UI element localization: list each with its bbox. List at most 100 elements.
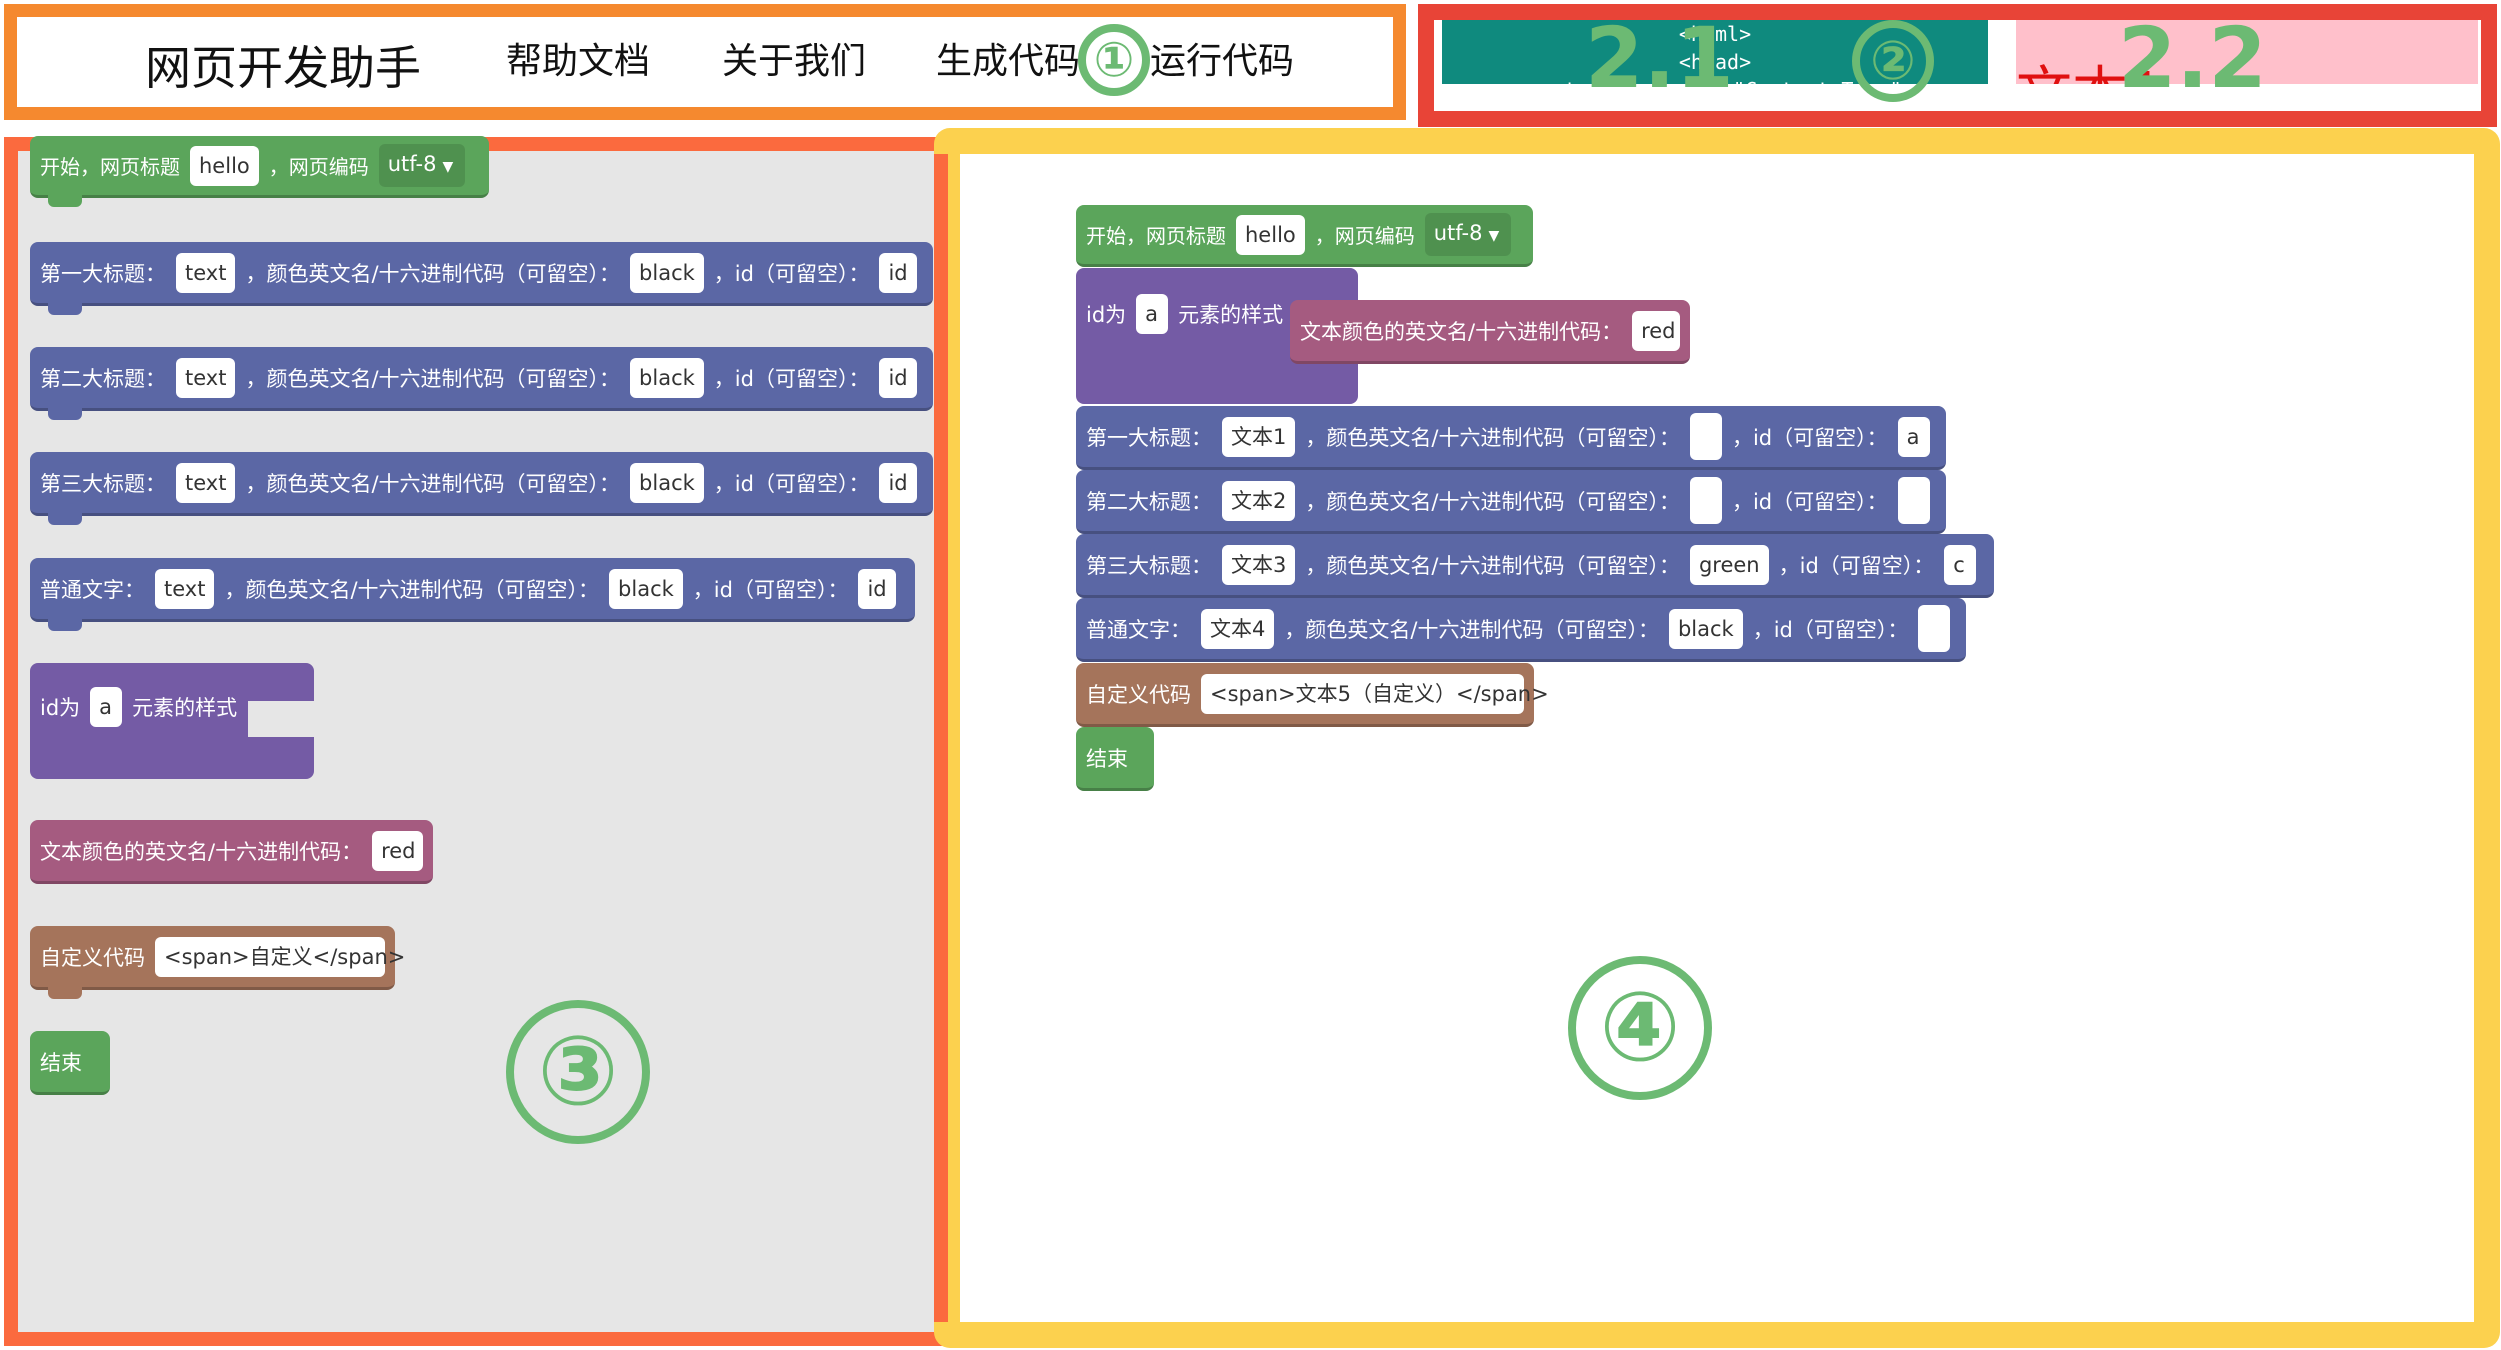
id-field[interactable]: a [1897,416,1930,457]
color-field[interactable] [1689,477,1722,524]
block-label: id为 [1086,303,1127,327]
block-label: ，id（可留空）： [1778,553,1935,578]
toolbox-custom-code-block[interactable]: 自定义代码 <span>自定义</span> [30,926,405,999]
block-label: ，id（可留空）： [713,471,870,496]
text-field[interactable]: text [155,568,215,609]
id-field[interactable] [1897,477,1930,524]
block-label: 元素的样式 [1178,303,1284,327]
block-label: ，网页编码 [1314,224,1415,248]
toolbox-heading1-block[interactable]: 第一大标题： text ，颜色英文名/十六进制代码（可留空）： black ，i… [30,242,933,315]
block-label: 自定义代码 [1086,682,1191,707]
color-field[interactable]: black [1668,608,1743,649]
block-label: 第一大标题： [40,261,166,286]
text-field[interactable]: 文本3 [1222,544,1296,585]
encoding-dropdown[interactable]: utf-8 ▼ [378,144,466,187]
id-field[interactable]: a [90,687,123,727]
workspace-heading1-block[interactable]: 第一大标题： 文本1 ，颜色英文名/十六进制代码（可留空）： ，id（可留空）：… [1076,406,1946,470]
color-field[interactable]: black [630,357,704,398]
id-field[interactable]: id [858,568,896,609]
text-field[interactable]: text [176,462,236,503]
block-label: ，颜色英文名/十六进制代码（可留空）： [224,577,600,602]
nav-help-docs[interactable]: 帮助文档 [506,32,650,84]
block-label: ，颜色英文名/十六进制代码（可留空）： [245,261,621,286]
chevron-down-icon: ▼ [1488,228,1500,244]
color-field[interactable]: red [1632,310,1680,351]
id-field[interactable]: id [879,357,917,398]
text-field[interactable]: text [176,357,236,398]
block-label: ，颜色英文名/十六进制代码（可留空）： [1305,489,1680,514]
custom-code-field[interactable]: <span>文本5（自定义）</span> [1201,673,1549,714]
region-label-2-2: 2.2 [2118,9,2267,107]
block-label: ，网页编码 [268,155,369,179]
block-label: ，id（可留空）： [713,261,870,286]
block-label: 第一大标题： [1086,425,1212,450]
nav-about-us[interactable]: 关于我们 [722,32,866,84]
toolbox-paragraph-block[interactable]: 普通文字： text ，颜色英文名/十六进制代码（可留空）： black ，id… [30,558,915,631]
block-label: 第三大标题： [40,471,166,496]
toolbox-heading2-block[interactable]: 第二大标题： text ，颜色英文名/十六进制代码（可留空）： black ，i… [30,347,933,420]
workspace-text-color-block[interactable]: 文本颜色的英文名/十六进制代码： red [1290,300,1690,364]
block-label: 文本颜色的英文名/十六进制代码： [40,839,363,864]
toolbox-text-color-block[interactable]: 文本颜色的英文名/十六进制代码： red [30,820,433,884]
block-label: 开始，网页标题 [1086,224,1226,248]
color-field[interactable]: green [1689,544,1769,585]
app-title: 网页开发助手 [145,41,421,95]
block-label: ，id（可留空）： [1731,425,1888,450]
region-label-3: ③ [506,1000,650,1144]
page-title-field[interactable]: hello [190,145,259,186]
workspace-start-block[interactable]: 开始，网页标题 hello ，网页编码 utf-8 ▼ [1076,205,1533,267]
workspace-heading2-block[interactable]: 第二大标题： 文本2 ，颜色英文名/十六进制代码（可留空）： ，id（可留空）： [1076,470,1946,534]
text-field[interactable]: 文本2 [1222,480,1296,521]
text-field[interactable]: 文本1 [1222,416,1296,457]
text-field[interactable]: 文本4 [1201,608,1275,649]
block-label: 开始，网页标题 [40,155,180,179]
block-label: ，id（可留空）： [713,366,870,391]
workspace-custom-code-block[interactable]: 自定义代码 <span>文本5（自定义）</span> [1076,663,1549,727]
block-label: ，id（可留空）： [1752,617,1909,642]
id-field[interactable]: id [879,252,917,293]
color-field[interactable] [1689,413,1722,460]
text-field[interactable]: text [176,252,236,293]
block-label: ，id（可留空）： [692,577,849,602]
nav-run-code[interactable]: 运行代码 [1150,32,1294,84]
block-label: 第二大标题： [1086,489,1212,514]
block-label: 自定义代码 [40,945,145,970]
workspace-paragraph-block[interactable]: 普通文字： 文本4 ，颜色英文名/十六进制代码（可留空）： black ，id（… [1076,598,1966,662]
block-label: id为 [40,696,81,720]
toolbox-start-block[interactable]: 开始，网页标题 hello ，网页编码 utf-8 ▼ [30,136,489,207]
block-label: ，id（可留空）： [1731,489,1888,514]
color-field[interactable]: black [630,462,704,503]
region-label-4: ④ [1568,956,1712,1100]
toolbox-id-style-block[interactable]: id为 a 元素的样式 [30,663,314,779]
block-label: ，颜色英文名/十六进制代码（可留空）： [245,471,621,496]
color-field[interactable]: black [630,252,704,293]
encoding-dropdown[interactable]: utf-8 ▼ [1424,213,1512,256]
color-field[interactable]: red [372,830,423,871]
region-label-2: ② [1852,20,1934,102]
block-label: 第三大标题： [1086,553,1212,578]
toolbox-end-block[interactable]: 结束 [30,1031,110,1095]
color-field[interactable]: black [609,568,683,609]
id-field[interactable]: c [1944,544,1977,585]
block-label: 第二大标题： [40,366,166,391]
block-label: 元素的样式 [132,696,238,720]
block-label: ，颜色英文名/十六进制代码（可留空）： [245,366,621,391]
chevron-down-icon: ▼ [442,159,454,175]
block-label: 结束 [40,1050,82,1075]
block-label: 普通文字： [40,577,145,602]
id-field[interactable] [1918,605,1951,652]
page-title-field[interactable]: hello [1236,214,1305,255]
workspace-end-block[interactable]: 结束 [1076,727,1154,791]
workspace-heading3-block[interactable]: 第三大标题： 文本3 ，颜色英文名/十六进制代码（可留空）： green ，id… [1076,534,1994,598]
nav-generate-code[interactable]: 生成代码 [936,32,1080,84]
region-label-2-1: 2.1 [1585,9,1734,107]
block-label: ，颜色英文名/十六进制代码（可留空）： [1284,617,1659,642]
id-field[interactable]: a [1136,294,1169,334]
toolbox-heading3-block[interactable]: 第三大标题： text ，颜色英文名/十六进制代码（可留空）： black ，i… [30,452,933,525]
block-label: ，颜色英文名/十六进制代码（可留空）： [1305,553,1680,578]
statement-slot [248,701,314,737]
block-label: ，颜色英文名/十六进制代码（可留空）： [1305,425,1680,450]
id-field[interactable]: id [879,462,917,503]
custom-code-field[interactable]: <span>自定义</span> [155,936,405,977]
region-label-1: ① [1078,24,1150,96]
